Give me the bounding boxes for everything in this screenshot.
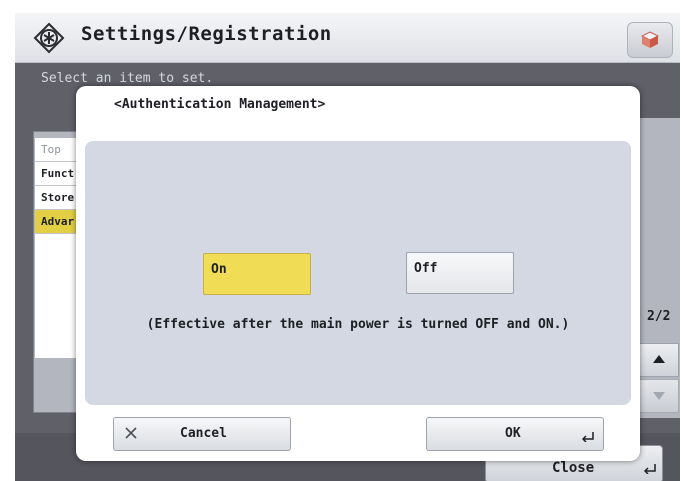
- off-button[interactable]: Off: [406, 252, 514, 294]
- close-label: Close: [552, 460, 595, 476]
- off-label: Off: [414, 261, 438, 276]
- effective-note: (Effective after the main power is turne…: [146, 317, 570, 332]
- enter-icon: [582, 432, 594, 442]
- close-icon: [125, 427, 137, 439]
- instruction-text: Select an item to set.: [41, 71, 214, 86]
- page-title: Settings/Registration: [81, 23, 332, 45]
- cancel-label: Cancel: [180, 426, 227, 441]
- auth-management-dialog: <Authentication Management> On Off (Effe…: [76, 86, 640, 461]
- on-label: On: [211, 262, 227, 277]
- arrow-down-icon[interactable]: [639, 379, 679, 413]
- ok-button[interactable]: OK: [426, 417, 604, 451]
- cube-icon: [641, 31, 659, 48]
- on-button[interactable]: On: [203, 253, 311, 295]
- title-bar: Settings/Registration: [15, 13, 680, 63]
- page-indicator: 2/2: [647, 309, 671, 324]
- dialog-content: On Off (Effective after the main power i…: [85, 141, 631, 405]
- cancel-button[interactable]: Cancel: [113, 417, 291, 451]
- settings-star-icon: [33, 22, 65, 54]
- dialog-title: <Authentication Management>: [114, 97, 326, 112]
- ok-label: OK: [505, 426, 521, 441]
- enter-icon: [644, 464, 656, 474]
- cube-button[interactable]: [627, 22, 673, 58]
- arrow-up-icon[interactable]: [639, 343, 679, 377]
